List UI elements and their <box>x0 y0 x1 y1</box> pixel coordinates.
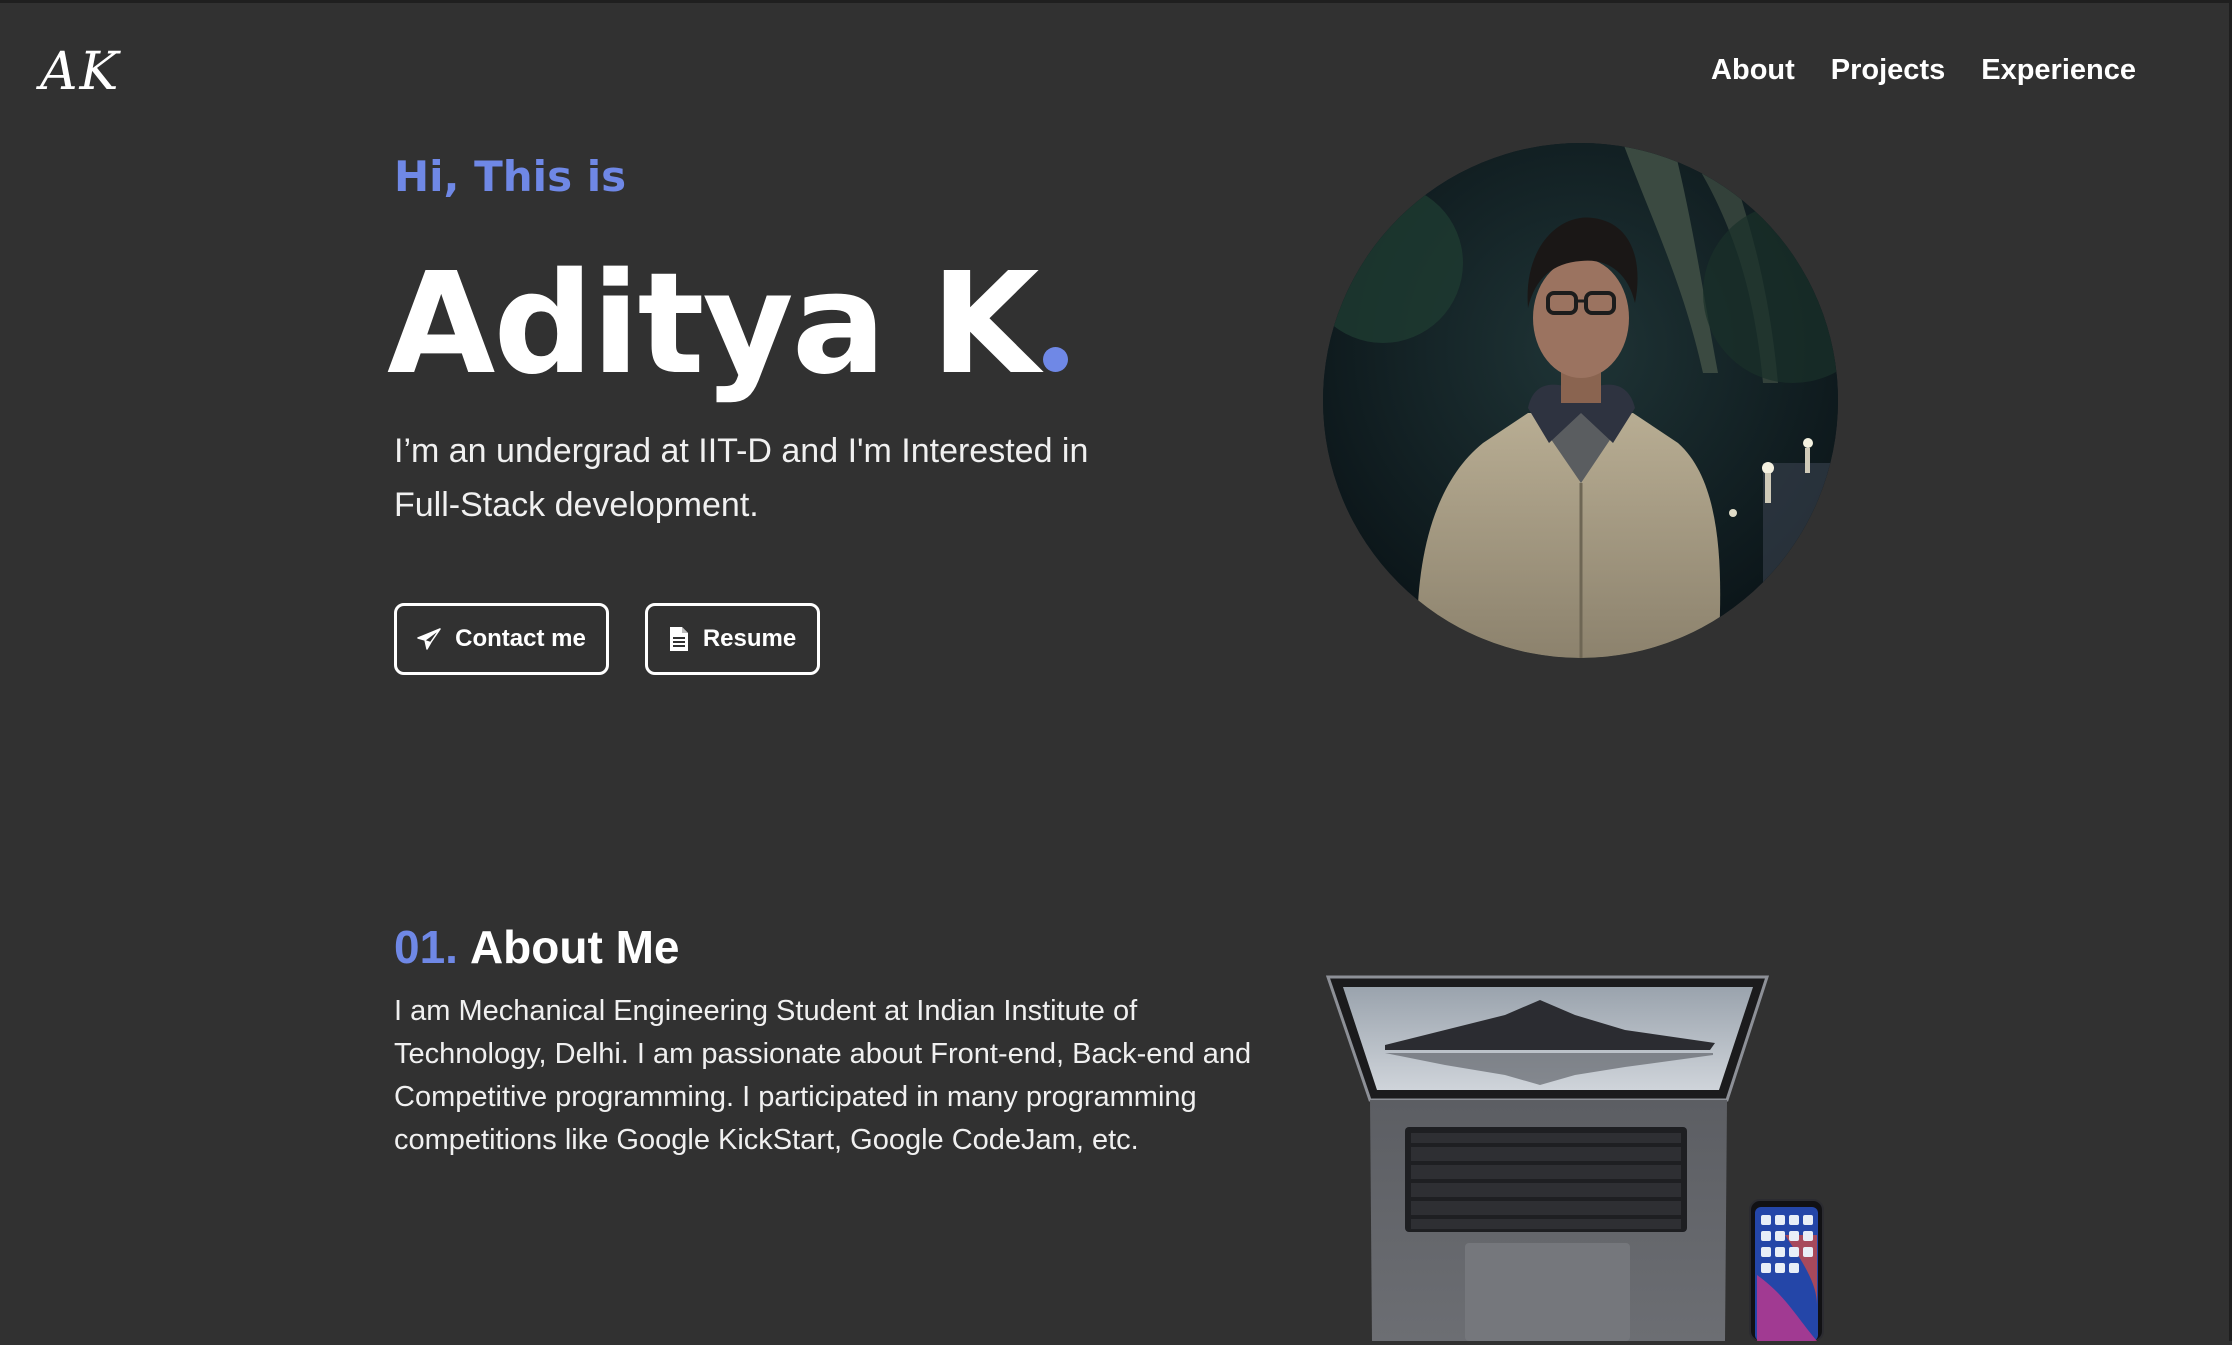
nav-projects[interactable]: Projects <box>1831 54 1945 87</box>
main-nav: About Projects Experience <box>1711 54 2136 87</box>
hero-name: Aditya K <box>387 248 1069 402</box>
top-border <box>0 0 2232 3</box>
about-section-heading: About Me <box>469 921 680 973</box>
about-section-number: 01. <box>394 921 458 973</box>
accent-dot <box>1043 347 1069 372</box>
hero-greeting: Hi, This is <box>394 152 627 201</box>
about-section-title: 01. About Me <box>394 920 679 974</box>
nav-experience[interactable]: Experience <box>1981 54 2136 87</box>
nav-about[interactable]: About <box>1711 54 1795 87</box>
profile-photo <box>1323 143 1838 658</box>
resume-button-label: Resume <box>702 625 797 652</box>
contact-button[interactable]: Contact me <box>394 603 609 675</box>
document-icon <box>669 626 689 652</box>
laptop-phone-illustration <box>1325 975 1825 1342</box>
hero-tagline: I’m an undergrad at IIT-D and I'm Intere… <box>394 432 1089 524</box>
send-icon <box>417 628 441 650</box>
contact-button-label: Contact me <box>455 625 586 652</box>
resume-button[interactable]: Resume <box>645 603 820 675</box>
site-logo[interactable]: AK <box>40 42 120 102</box>
hero-name-text: Aditya K <box>387 243 1039 406</box>
about-description: I am Mechanical Engineering Student at I… <box>394 995 1252 1156</box>
